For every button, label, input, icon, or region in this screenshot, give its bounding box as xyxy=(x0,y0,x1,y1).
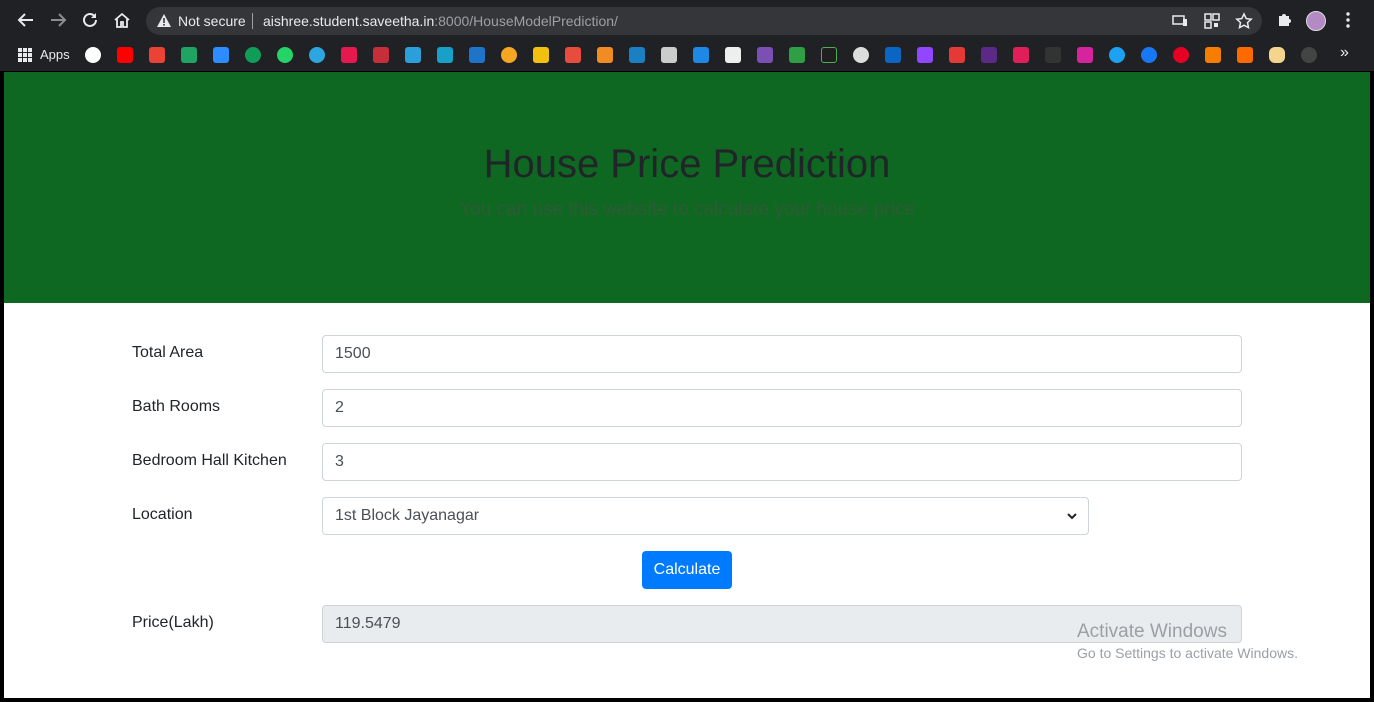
url-text: aishree.student.saveetha.in:8000/HouseMo… xyxy=(263,13,618,29)
circles-bookmark-icon[interactable] xyxy=(853,47,869,63)
arc-bookmark-icon[interactable] xyxy=(533,47,549,63)
bath-rooms-input[interactable] xyxy=(322,389,1242,427)
drive-bookmark-icon[interactable] xyxy=(181,47,197,63)
s-bookmark-icon[interactable] xyxy=(565,47,581,63)
omnibox-divider xyxy=(252,13,253,29)
total-area-input[interactable] xyxy=(322,335,1242,373)
linkedin-bookmark-icon[interactable] xyxy=(885,47,901,63)
back-button[interactable] xyxy=(14,8,38,32)
cube-bookmark-icon[interactable] xyxy=(597,47,613,63)
location-select[interactable]: 1st Block Jayanagar xyxy=(322,497,1089,535)
omnibox-actions xyxy=(1170,11,1254,31)
kebab-menu-icon xyxy=(1346,12,1350,28)
bhk-row: Bedroom Hall Kitchen xyxy=(4,443,1370,481)
bhk-input[interactable] xyxy=(322,443,1242,481)
star-icon[interactable] xyxy=(1234,11,1254,31)
qr-code-icon[interactable] xyxy=(1202,11,1222,31)
k-bookmark-icon[interactable] xyxy=(629,47,645,63)
bookmarks-bar: Apps » xyxy=(0,40,1374,72)
security-status: Not secure xyxy=(178,13,246,29)
grid-bookmark-icon[interactable] xyxy=(1045,47,1061,63)
browser-toolbar: Not secure aishree.student.saveetha.in:8… xyxy=(0,0,1374,40)
blogger-bookmark-icon[interactable] xyxy=(1205,47,1221,63)
feather-bookmark-icon[interactable] xyxy=(469,47,485,63)
gmail-bookmark-icon[interactable] xyxy=(149,47,165,63)
chevron-down-icon xyxy=(1067,513,1077,520)
m-bookmark-icon[interactable] xyxy=(341,47,357,63)
twitter-bookmark-icon[interactable] xyxy=(1109,47,1125,63)
reload-button[interactable] xyxy=(78,8,102,32)
location-selected-value: 1st Block Jayanagar xyxy=(335,507,480,524)
apps-grid-icon xyxy=(18,47,32,62)
page-subtitle: You can use this website to calculate yo… xyxy=(459,199,915,220)
chart-bookmark-icon[interactable] xyxy=(661,47,677,63)
bath-rooms-label: Bath Rooms xyxy=(132,398,221,415)
hangouts-bookmark-icon[interactable] xyxy=(245,47,261,63)
instagram-bookmark-icon[interactable] xyxy=(1077,47,1093,63)
heart-bookmark-icon[interactable] xyxy=(757,47,773,63)
back-arrow-icon xyxy=(17,13,33,27)
w-orange-bookmark-icon[interactable] xyxy=(1237,47,1253,63)
watermark-title: Activate Windows xyxy=(1077,621,1227,642)
apps-label: Apps xyxy=(40,47,70,62)
extensions-button[interactable] xyxy=(1272,8,1296,32)
code-bookmark-icon[interactable] xyxy=(789,47,805,63)
url-path: :8000/HouseModelPrediction/ xyxy=(434,13,618,29)
google-bookmark-icon[interactable] xyxy=(85,47,101,63)
total-area-row: Total Area xyxy=(4,335,1370,373)
zoom-bookmark-icon[interactable] xyxy=(213,47,229,63)
forward-button[interactable] xyxy=(46,8,70,32)
url-host: aishree.student.saveetha.in xyxy=(263,13,435,29)
github-bookmark-icon[interactable] xyxy=(1301,47,1317,63)
calendar-bookmark-icon[interactable] xyxy=(949,47,965,63)
youtube-bookmark-icon[interactable] xyxy=(117,47,133,63)
more-bookmarks-icon[interactable]: » xyxy=(1340,44,1349,62)
cast-icon[interactable] xyxy=(1170,11,1190,31)
page-title: House Price Prediction xyxy=(483,142,891,186)
browser-menu-button[interactable] xyxy=(1336,8,1360,32)
bottle-bookmark-icon[interactable] xyxy=(1269,47,1285,63)
whatsapp-bookmark-icon[interactable] xyxy=(277,47,293,63)
calculate-button[interactable]: Calculate xyxy=(642,551,732,589)
twitch-bookmark-icon[interactable] xyxy=(917,47,933,63)
x-bookmark-icon[interactable] xyxy=(725,47,741,63)
u-bookmark-icon[interactable] xyxy=(373,47,389,63)
facebook-bookmark-icon[interactable] xyxy=(1141,47,1157,63)
bhk-label: Bedroom Hall Kitchen xyxy=(132,452,287,469)
slack-bookmark-icon[interactable] xyxy=(1013,47,1029,63)
hr-bookmark-icon[interactable] xyxy=(821,47,837,63)
price-label: Price(Lakh) xyxy=(132,614,214,631)
forward-arrow-icon xyxy=(51,13,67,27)
reload-icon xyxy=(83,12,97,27)
location-label: Location xyxy=(132,506,193,523)
video-bookmark-icon[interactable] xyxy=(693,47,709,63)
apps-shortcut[interactable]: Apps xyxy=(18,47,70,62)
bath-rooms-row: Bath Rooms xyxy=(4,389,1370,427)
page: House Price Prediction You can use this … xyxy=(4,72,1370,698)
pinterest-bookmark-icon[interactable] xyxy=(1173,47,1189,63)
profile-avatar[interactable] xyxy=(1306,11,1326,31)
location-row: Location 1st Block Jayanagar xyxy=(4,497,1370,535)
puzzle-icon xyxy=(1279,14,1291,26)
address-bar[interactable]: Not secure aishree.student.saveetha.in:8… xyxy=(146,7,1262,35)
home-icon xyxy=(114,12,130,28)
total-area-label: Total Area xyxy=(132,344,204,361)
e-bookmark-icon[interactable] xyxy=(501,47,517,63)
activate-windows-watermark: Activate Windows Go to Settings to activ… xyxy=(1077,621,1298,661)
warning-icon xyxy=(157,14,171,27)
g-bookmark-icon[interactable] xyxy=(405,47,421,63)
w-bookmark-icon[interactable] xyxy=(437,47,453,63)
watermark-subtitle: Go to Settings to activate Windows. xyxy=(1077,645,1298,661)
hero-banner: House Price Prediction You can use this … xyxy=(4,72,1370,303)
telegram-bookmark-icon[interactable] xyxy=(309,47,325,63)
home-button[interactable] xyxy=(110,8,134,32)
p-bookmark-icon[interactable] xyxy=(981,47,997,63)
